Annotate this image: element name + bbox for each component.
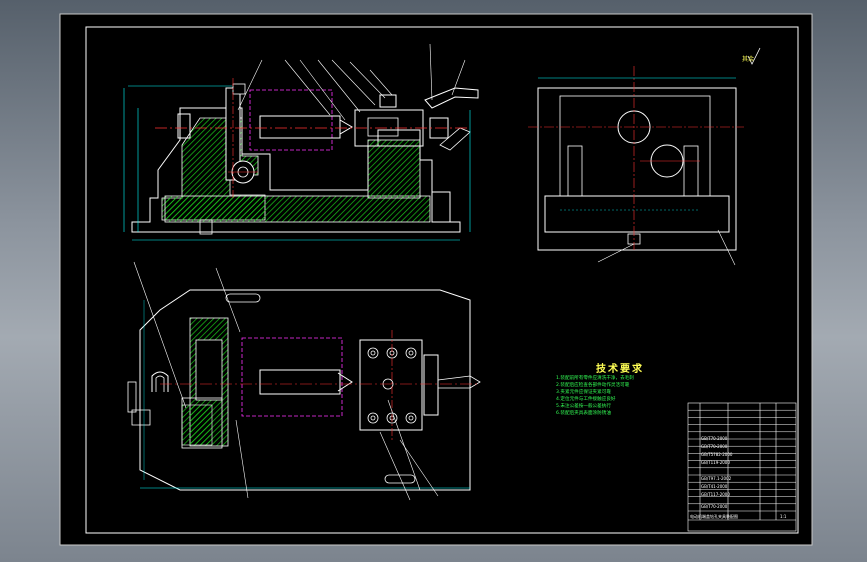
tb-code: GB/T119-2000: [701, 460, 730, 465]
post-cap: [232, 83, 246, 95]
note-line: 3.夹紧元件应保证夹紧可靠: [556, 390, 611, 395]
tb-code: GB/T117-2000: [701, 492, 730, 497]
tb-code: GB/T70-2000: [701, 504, 728, 509]
roughness-label: 其余: [742, 56, 755, 63]
note-line: 5.未注公差按一般公差执行: [556, 404, 611, 409]
tb-code: GB/T70-2000: [701, 444, 728, 449]
tb-code: GB/T70-2000: [701, 436, 728, 441]
tb-code: GB/T97.1-2002: [701, 476, 732, 481]
title-block-name: 电动机端盖钻孔夹具装配图: [690, 514, 738, 519]
cad-viewport[interactable]: 技术要求 1.装配前所有零件应清洗干净，去毛刺 2.装配后应检查各部件动作灵活可…: [0, 0, 867, 562]
cad-drawing: [59, 13, 813, 546]
tb-code: GB/T5782-2000: [701, 452, 733, 457]
base-strip-hatch: [164, 195, 431, 223]
title-block-scale: 1:1: [780, 514, 787, 519]
note-line: 1.装配前所有零件应清洗干净，去毛刺: [556, 376, 634, 381]
note-line: 6.装配后夹具表面涂防锈油: [556, 411, 611, 416]
notes-lines: 1.装配前所有零件应清洗干净，去毛刺 2.装配后应检查各部件动作灵活可靠 3.夹…: [556, 375, 696, 417]
note-line: 2.装配后应检查各部件动作灵活可靠: [556, 383, 630, 388]
note-line: 4.定位元件与工件接触应良好: [556, 397, 616, 402]
notes-title: 技术要求: [596, 364, 644, 375]
right-column-hatch: [367, 139, 421, 199]
top-left-clamp-blank: [195, 339, 223, 401]
drawing-sheet: [59, 13, 813, 546]
tb-code: GB/T41-2000: [701, 484, 728, 489]
top-hatch-block: [181, 404, 213, 446]
